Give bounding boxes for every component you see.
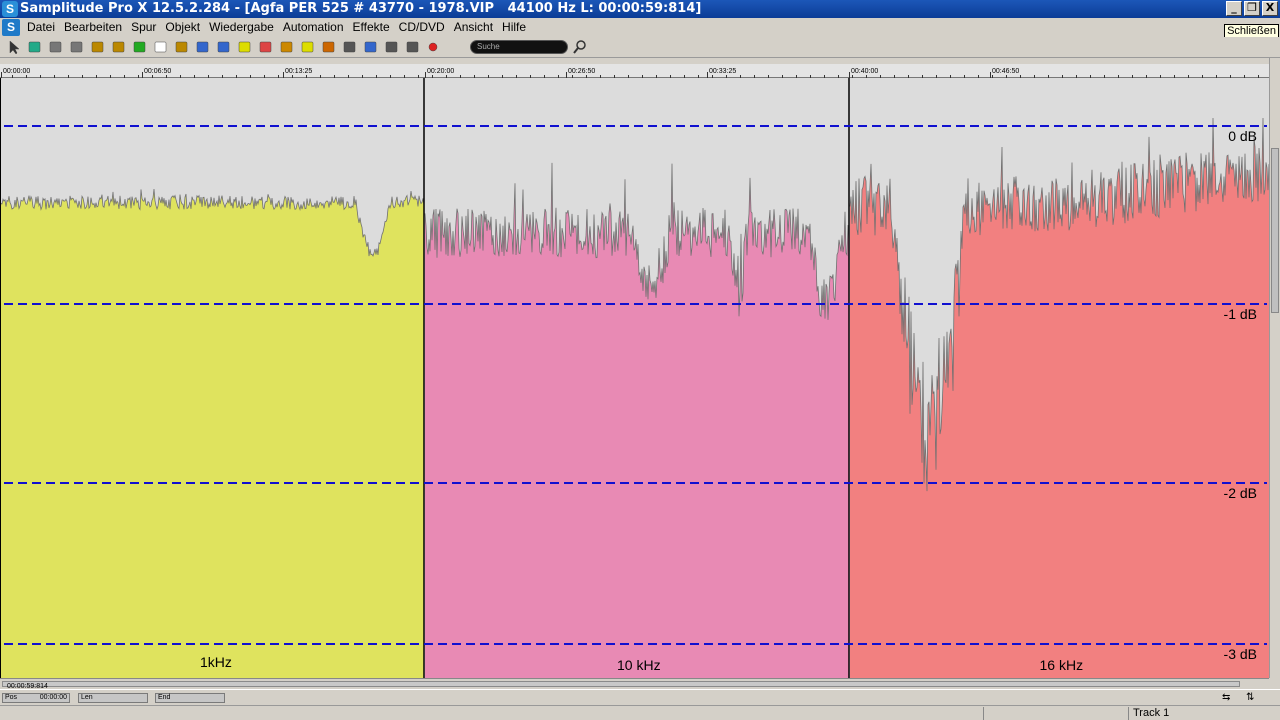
- toolbar: Suche: [0, 37, 1280, 58]
- menu-effekte[interactable]: Effekte: [350, 20, 396, 35]
- pos-label: Pos: [5, 694, 18, 701]
- restore-button[interactable]: ❐: [1244, 1, 1260, 16]
- app-logo-icon: S: [2, 1, 18, 17]
- menu-wiedergabe[interactable]: Wiedergabe: [206, 20, 280, 35]
- close-button[interactable]: X: [1262, 1, 1278, 16]
- db-label: -1 dB: [1223, 306, 1257, 322]
- region-label: 16 kHz: [1039, 657, 1084, 673]
- vertical-scrollbar[interactable]: [1269, 58, 1280, 678]
- menu-bar: S Datei Bearbeiten Spur Objekt Wiedergabe Aut…: [0, 18, 1280, 39]
- settings-icon[interactable]: [406, 41, 419, 53]
- region-fill[interactable]: [0, 189, 424, 678]
- loop-icon[interactable]: [364, 41, 377, 53]
- sort-icon[interactable]: ⇅: [1246, 692, 1254, 703]
- region-label: 10 kHz: [617, 657, 661, 673]
- menu-spur[interactable]: Spur: [128, 20, 162, 35]
- fade-icon[interactable]: [301, 41, 314, 53]
- region-fill[interactable]: [425, 162, 849, 678]
- len-label: Len: [81, 694, 93, 701]
- app-window: S Samplitude Pro X 12.5.2.284 - [Agfa PE…: [0, 0, 1280, 720]
- menu-automation[interactable]: Automation: [280, 20, 350, 35]
- menu-ansicht[interactable]: Ansicht: [451, 20, 499, 35]
- draw-icon[interactable]: [217, 41, 230, 53]
- window-title: Samplitude Pro X 12.5.2.284 - [Agfa PER …: [20, 1, 702, 16]
- region-label: 1kHz: [200, 654, 232, 670]
- horizontal-scrollbar[interactable]: 00:00:59:814: [0, 678, 1269, 690]
- status-divider: [983, 707, 984, 720]
- menu-bearbeiten[interactable]: Bearbeiten: [61, 20, 128, 35]
- list-icon[interactable]: [91, 41, 104, 53]
- record-icon[interactable]: [428, 42, 438, 52]
- grid-icon[interactable]: [133, 41, 146, 53]
- marker-icon[interactable]: [343, 41, 356, 53]
- menu-datei[interactable]: Datei: [24, 20, 61, 35]
- ruler-label: 00:20:00: [427, 68, 455, 75]
- monitor-icon[interactable]: [385, 41, 398, 53]
- minimize-button[interactable]: _: [1226, 1, 1242, 16]
- end-label: End: [158, 694, 171, 701]
- end-field[interactable]: End: [155, 693, 225, 703]
- pos-value: 00:00:00: [39, 694, 67, 701]
- vertical-scroll-thumb[interactable]: [1271, 148, 1279, 313]
- document-menu-icon[interactable]: S: [2, 19, 20, 36]
- ruler-label: 00:00:00: [3, 68, 31, 75]
- len-field[interactable]: Len: [78, 693, 148, 703]
- ruler-label: 00:06:50: [144, 68, 172, 75]
- ruler-label: 00:40:00: [851, 68, 879, 75]
- cut-icon[interactable]: [28, 41, 41, 53]
- status-divider: [1128, 707, 1129, 720]
- toolbar-icons: [9, 40, 438, 55]
- search-input[interactable]: Suche: [470, 40, 568, 54]
- db-label: -3 dB: [1223, 646, 1257, 662]
- menu-items: Datei Bearbeiten Spur Objekt Wiedergabe Autom…: [24, 20, 532, 35]
- menu-cd-dvd[interactable]: CD/DVD: [396, 20, 451, 35]
- title-bar: S Samplitude Pro X 12.5.2.284 - [Agfa PE…: [0, 0, 1280, 18]
- db-label: -2 dB: [1223, 485, 1257, 501]
- waveform-display[interactable]: [0, 78, 1269, 678]
- pencil-icon[interactable]: [238, 41, 251, 53]
- ruler-label: 00:46:50: [992, 68, 1020, 75]
- redo-icon[interactable]: [70, 41, 83, 53]
- swap-icon[interactable]: ⇆: [1222, 692, 1230, 703]
- menu-hilfe[interactable]: Hilfe: [499, 20, 532, 35]
- snap-icon[interactable]: [322, 41, 335, 53]
- undo-icon[interactable]: [49, 41, 62, 53]
- menu-objekt[interactable]: Objekt: [162, 20, 206, 35]
- hand-icon[interactable]: [175, 41, 188, 53]
- horizontal-scroll-thumb[interactable]: 00:00:59:814: [2, 681, 1240, 690]
- ruler-label: 00:13:25: [285, 68, 313, 75]
- ruler-label: 00:33:25: [709, 68, 737, 75]
- zoom-icon[interactable]: [196, 41, 209, 53]
- pos-field[interactable]: Pos 00:00:00: [2, 693, 70, 703]
- scrub-icon[interactable]: [280, 41, 293, 53]
- time-ruler[interactable]: 00:00:00 00:06:50 00:13:25 00:20:00 00:26:50…: [0, 64, 1269, 78]
- position-bar: Pos 00:00:00 Len End ⇆ ⇅: [0, 689, 1280, 705]
- select-icon[interactable]: [154, 41, 167, 53]
- status-track-name: Track 1: [1133, 707, 1170, 719]
- db-label: 0 dB: [1228, 128, 1257, 144]
- eraser-icon[interactable]: [259, 41, 272, 53]
- search-icon[interactable]: [572, 39, 588, 55]
- pointer-icon[interactable]: [9, 40, 20, 55]
- track-area[interactable]: 1kHz 10 kHz 16 kHz 0 dB -1 dB -2 dB -3 dB: [0, 78, 1269, 678]
- status-bar: Track 1: [0, 705, 1280, 720]
- list-icon-2[interactable]: [112, 41, 125, 53]
- ruler-label: 00:26:50: [568, 68, 596, 75]
